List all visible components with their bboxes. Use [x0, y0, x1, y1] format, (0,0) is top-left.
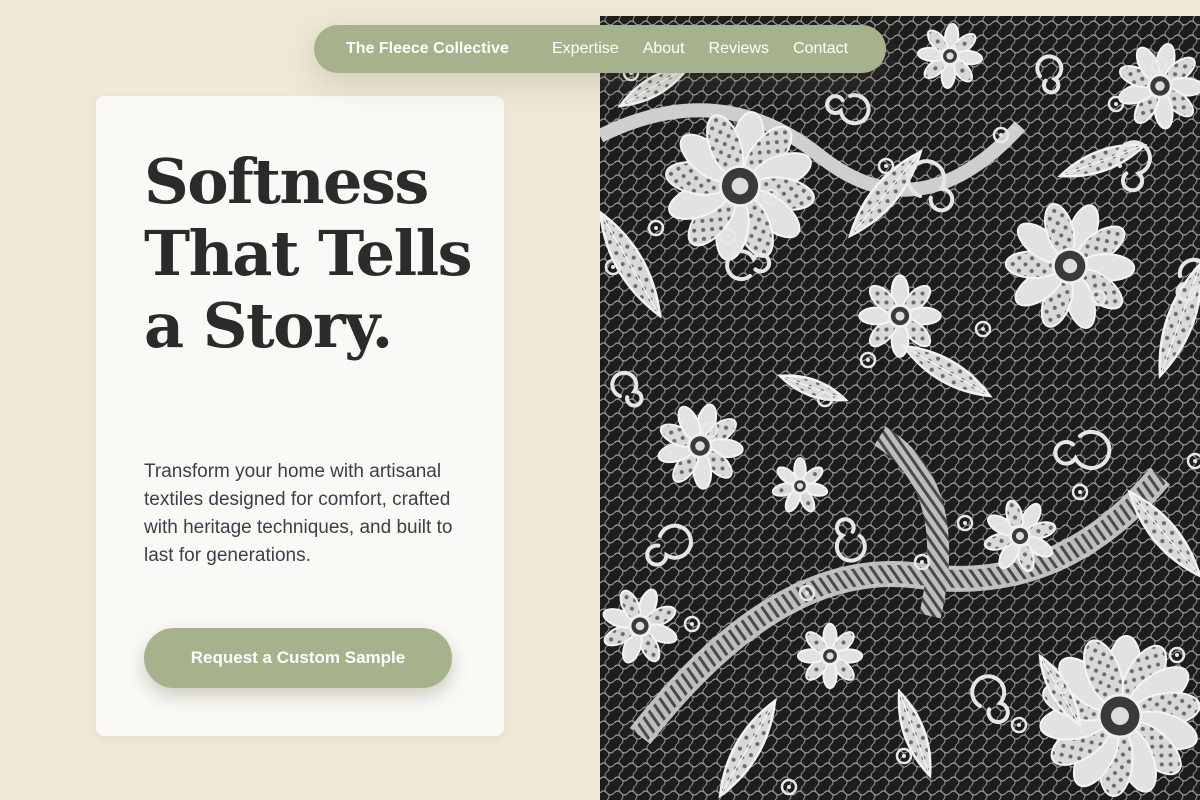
- hero-headline: Softness That Tells a Story.: [144, 145, 473, 362]
- top-navigation: The Fleece Collective Expertise About Re…: [314, 25, 886, 73]
- hero-description: Transform your home with artisanal texti…: [144, 461, 453, 566]
- nav-links: Expertise About Reviews Contact: [552, 40, 848, 58]
- brand-name[interactable]: The Fleece Collective: [346, 40, 509, 58]
- nav-link-reviews[interactable]: Reviews: [709, 40, 769, 58]
- request-sample-button[interactable]: Request a Custom Sample: [144, 628, 452, 688]
- lace-fabric-image: [600, 16, 1200, 800]
- nav-link-expertise[interactable]: Expertise: [552, 40, 619, 58]
- hero-card: Softness That Tells a Story. Transform y…: [96, 96, 504, 736]
- nav-link-contact[interactable]: Contact: [793, 40, 848, 58]
- nav-link-about[interactable]: About: [643, 40, 685, 58]
